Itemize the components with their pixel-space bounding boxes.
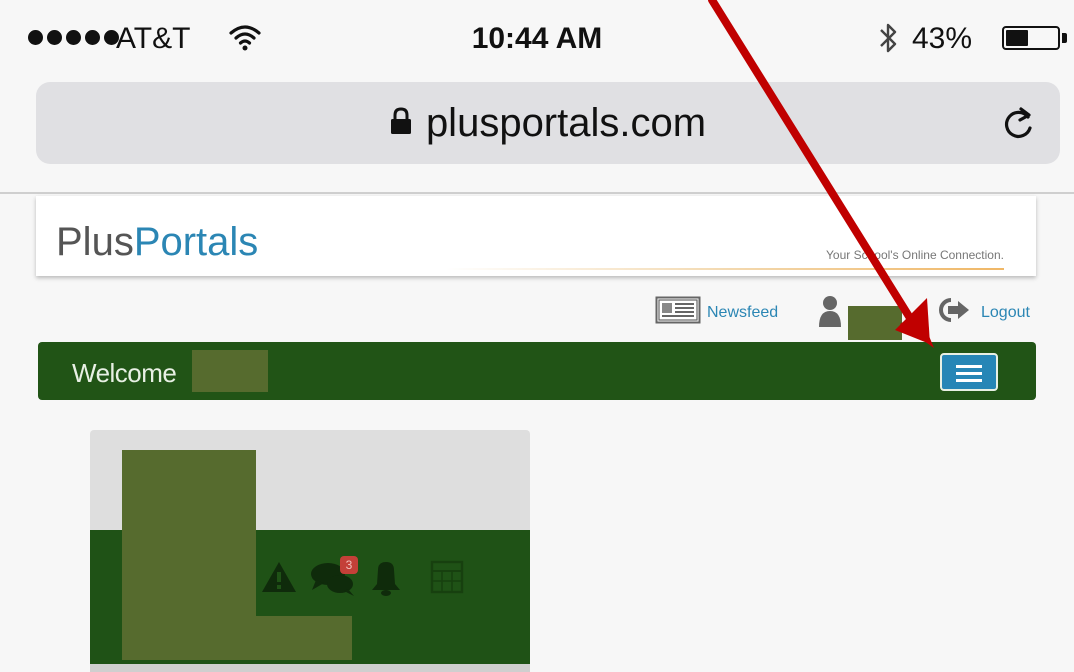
logo-portals-text: Portals [133,220,259,264]
battery-icon [1002,26,1060,50]
plusportals-logo[interactable]: PlusPortals [56,220,258,265]
welcome-bar: Welcome [38,342,1036,400]
screen: AT&T 10:44 AM 43% plusportals.com PlusPo… [0,0,1074,672]
logo-plus-text: Plus [56,220,134,264]
reload-icon[interactable] [1002,104,1036,147]
url-text: plusportals.com [425,100,707,145]
messages-count-badge: 3 [340,556,358,574]
newsfeed-link[interactable]: Newsfeed [707,304,778,322]
newsfeed-icon[interactable] [655,296,701,329]
welcome-name-redacted [192,350,268,392]
calendar-icon[interactable] [430,560,464,594]
alert-icon[interactable] [262,562,296,592]
tagline: Your School's Online Connection. [826,248,1004,262]
battery-tip [1062,33,1067,43]
avatar-redacted [122,450,256,660]
user-icon[interactable] [818,294,842,333]
bluetooth-icon [878,20,900,61]
student-name-redacted [256,616,352,660]
browser-divider [0,192,1074,194]
logout-link[interactable]: Logout [981,304,1030,322]
address-bar-content: plusportals.com [36,82,1060,164]
welcome-label: Welcome [72,358,177,388]
logout-icon[interactable] [936,296,972,329]
tagline-underline [446,268,1004,270]
status-bar: AT&T 10:44 AM 43% [0,0,1074,78]
profile-card-bottom [90,664,530,672]
student-profile-card[interactable]: 3 [90,430,530,672]
hamburger-menu-button[interactable] [940,353,998,391]
hamburger-line [956,379,982,382]
bell-icon[interactable] [372,562,400,596]
top-links: Newsfeed Logout [0,292,1074,340]
hamburger-line [956,365,982,368]
battery-level-fill [1006,30,1028,46]
profile-card-icons [262,558,530,603]
battery-percent: 43% [912,22,973,55]
lock-icon [390,106,412,140]
address-bar[interactable]: plusportals.com [36,82,1060,164]
user-name-redacted [848,306,902,340]
hamburger-line [956,372,982,375]
site-header: PlusPortals Your School's Online Connect… [36,196,1036,276]
